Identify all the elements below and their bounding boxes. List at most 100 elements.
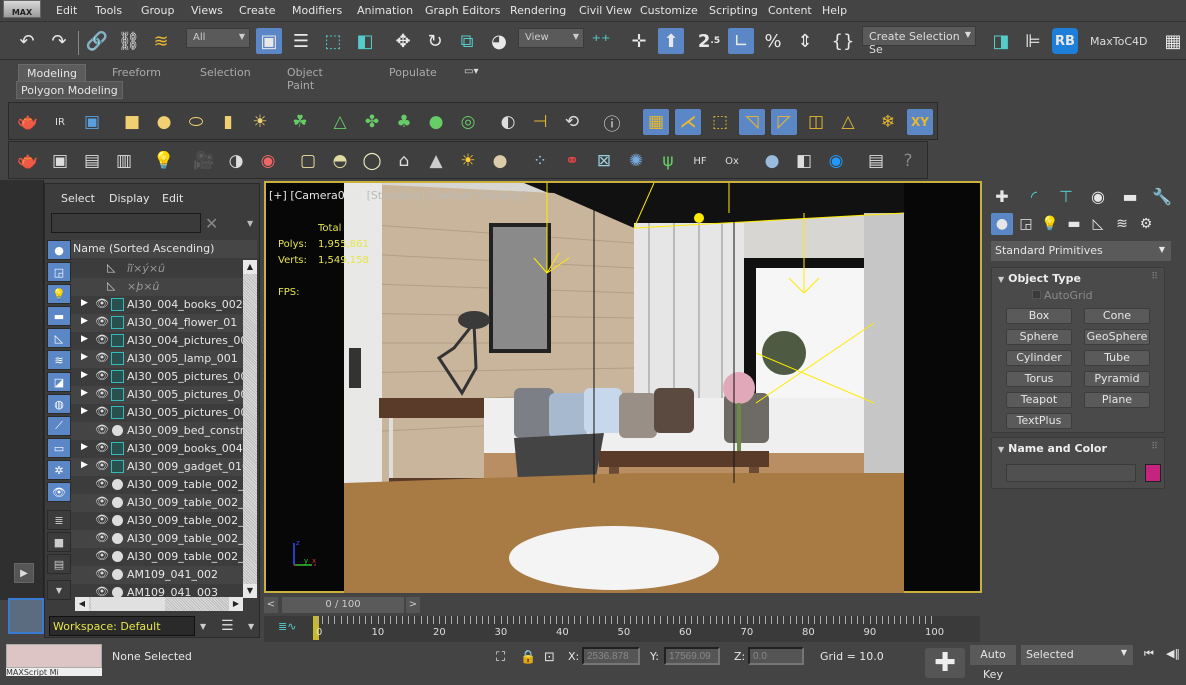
visibility-eye-icon[interactable]: 👁 (95, 549, 109, 562)
snap-25d-icon[interactable]: 2.5 (696, 28, 722, 54)
utilities-tab-icon[interactable]: 🔧 (1147, 183, 1177, 209)
rb-plugin-icon[interactable]: RB (1052, 28, 1078, 54)
dome-light-icon[interactable]: ◓ (327, 148, 353, 174)
edit-named-selection-icon[interactable]: {} (830, 28, 856, 54)
percent-snap-icon[interactable]: % (760, 28, 786, 54)
menu-tools[interactable]: Tools (95, 4, 122, 17)
scene-object-row[interactable]: ▶ 👁 AI30_005_lamp_001 (71, 350, 243, 368)
snap-face-icon[interactable]: △ (835, 109, 861, 135)
material-converter-icon[interactable]: ◐ (495, 109, 521, 135)
vray-fur-icon[interactable]: ✤ (359, 109, 385, 135)
snap-grid-icon[interactable]: ▦ (643, 109, 669, 135)
visibility-eye-icon[interactable]: 👁 (95, 297, 109, 310)
cylinder-light-icon[interactable]: ▮ (215, 109, 241, 135)
wire-teapot-icon[interactable]: ⌂ (391, 148, 417, 174)
disc-light-icon[interactable]: ⬭ (183, 109, 209, 135)
render-window-icon[interactable]: ▣ (47, 148, 73, 174)
menu-civil-view[interactable]: Civil View (579, 4, 632, 17)
viewport-standard-label[interactable]: [Standard] (367, 189, 426, 202)
reference-coordinate-dropdown[interactable]: View ▼ (518, 28, 584, 48)
se-menu-select[interactable]: Select (61, 192, 95, 205)
menu-customize[interactable]: Customize (640, 4, 698, 17)
expand-arrow-icon[interactable]: ▶ (81, 352, 88, 362)
menu-scripting[interactable]: Scripting (709, 4, 758, 17)
chevron-down-icon[interactable]: ▼ (248, 622, 254, 631)
expand-arrow-icon[interactable]: ▶ (81, 388, 88, 398)
scatter-icon[interactable]: ⁘ (527, 148, 553, 174)
viewport-menu-plus[interactable]: [+] (269, 189, 287, 202)
filter-lights-icon[interactable]: 💡 (47, 284, 71, 304)
pivot-center-icon[interactable]: ⁺⁺ (588, 28, 614, 54)
fur-ball-icon[interactable]: ✺ (623, 148, 649, 174)
visibility-eye-icon[interactable]: 👁 (95, 477, 109, 490)
filter-xrefs-icon[interactable]: ◍ (47, 394, 71, 414)
tube-button[interactable]: Tube (1084, 350, 1150, 366)
filter-particles-icon[interactable]: ✲ (47, 460, 71, 480)
sphere-light-2-icon[interactable]: ◯ (359, 148, 385, 174)
selection-filter-dropdown[interactable]: All ▼ (186, 28, 250, 48)
molecule-icon[interactable]: ⚭ (559, 148, 585, 174)
teapot-icon[interactable]: 🫖 (15, 109, 41, 135)
ribbon-tab-freeform[interactable]: Freeform (104, 64, 169, 82)
dome-camera-icon[interactable]: ◉ (255, 148, 281, 174)
create-tab-icon[interactable]: ✚ (987, 183, 1017, 209)
sphere-light-icon[interactable]: ● (151, 109, 177, 135)
lights-category-icon[interactable]: 💡 (1039, 213, 1061, 235)
ox-icon[interactable]: Ox (719, 148, 745, 174)
filter-groups-icon[interactable]: ◪ (47, 372, 71, 392)
ribbon-tab-populate[interactable]: Populate (381, 64, 445, 82)
maxtoc4d-button[interactable]: MaxToC4D (1090, 35, 1147, 48)
expand-arrow-icon[interactable]: ▶ (81, 334, 88, 344)
ribbon-tab-selection[interactable]: Selection (192, 64, 259, 82)
motion-tab-icon[interactable]: ◉ (1083, 183, 1113, 209)
menu-rendering[interactable]: Rendering (510, 4, 566, 17)
filter-visibility-icon[interactable]: 👁 (47, 482, 71, 502)
menu-animation[interactable]: Animation (357, 4, 413, 17)
expand-arrow-icon[interactable]: ▶ (81, 442, 88, 452)
rectangular-selection-icon[interactable]: ⬚ (320, 28, 346, 54)
object-color-swatch[interactable] (1145, 464, 1161, 482)
filter-bones-icon[interactable]: ⟋ (47, 416, 71, 436)
batch-render-icon[interactable]: ▤ (863, 148, 889, 174)
auto-key-button[interactable]: Auto Key (970, 645, 1016, 681)
textplus-button[interactable]: TextPlus (1006, 413, 1072, 429)
selection-lock-icon[interactable]: 🔒 (520, 650, 536, 665)
geometry-category-icon[interactable]: ● (991, 213, 1013, 235)
scale-icon[interactable]: ⧉ (454, 28, 480, 54)
workspace-selector[interactable]: Workspace: Default (49, 616, 195, 636)
scroll-down-icon[interactable]: ▼ (243, 584, 257, 598)
visibility-eye-icon[interactable]: 👁 (95, 567, 109, 580)
expand-arrow-icon[interactable]: ▶ (81, 370, 88, 380)
scene-object-row[interactable]: 👁 AI30_009_table_002_06 (71, 530, 243, 548)
display-none-icon[interactable]: ■ (47, 532, 71, 552)
sun-icon[interactable]: ☀ (455, 148, 481, 174)
time-slider-thumb[interactable]: 0 / 100 (282, 597, 404, 613)
viewport-shading-label[interactable]: [Default Shading] (429, 189, 526, 202)
rollout-drag-handle-icon[interactable]: ⠿ (1151, 442, 1158, 452)
menu-views[interactable]: Views (191, 4, 223, 17)
scene-explorer-toggle-icon[interactable]: ▦ (1160, 28, 1186, 54)
select-object-icon[interactable]: ▣ (256, 28, 282, 54)
scene-search-input[interactable] (51, 213, 201, 233)
expand-arrow-icon[interactable]: ▶ (81, 460, 88, 470)
placement-icon[interactable]: ◕ (486, 28, 512, 54)
chevron-down-icon[interactable]: ▼ (200, 622, 206, 631)
visibility-eye-icon[interactable]: 👁 (95, 387, 109, 400)
menu-content[interactable]: Content (768, 4, 812, 17)
scroll-thumb[interactable] (91, 597, 165, 611)
z-coordinate-input[interactable] (748, 647, 804, 665)
scene-object-row[interactable]: 👁 AI30_009_table_002_02 (71, 494, 243, 512)
scene-object-row[interactable]: ▶ 👁 AI30_004_pictures_001 (71, 332, 243, 350)
viewport-layout-thumbnail[interactable] (8, 598, 44, 634)
material-ball-icon[interactable]: ● (759, 148, 785, 174)
polygon-modeling-panel[interactable]: Polygon Modeling (16, 81, 123, 99)
help-icon[interactable]: ? (895, 148, 921, 174)
camera-viewport[interactable]: [+] [Camera002] [Standard] [Default Shad… (264, 181, 982, 593)
menu-modifiers[interactable]: Modifiers (292, 4, 342, 17)
plane-button[interactable]: Plane (1084, 392, 1150, 408)
expand-arrow-icon[interactable]: ▶ (81, 316, 88, 326)
snap-axis-constraint-icon[interactable]: XY (907, 109, 933, 135)
snap-vertex-icon[interactable]: ◫ (803, 109, 829, 135)
clipper-icon[interactable]: ⊠ (591, 148, 617, 174)
scene-object-row[interactable]: ▶ 👁 AI30_004_flower_01 (71, 314, 243, 332)
